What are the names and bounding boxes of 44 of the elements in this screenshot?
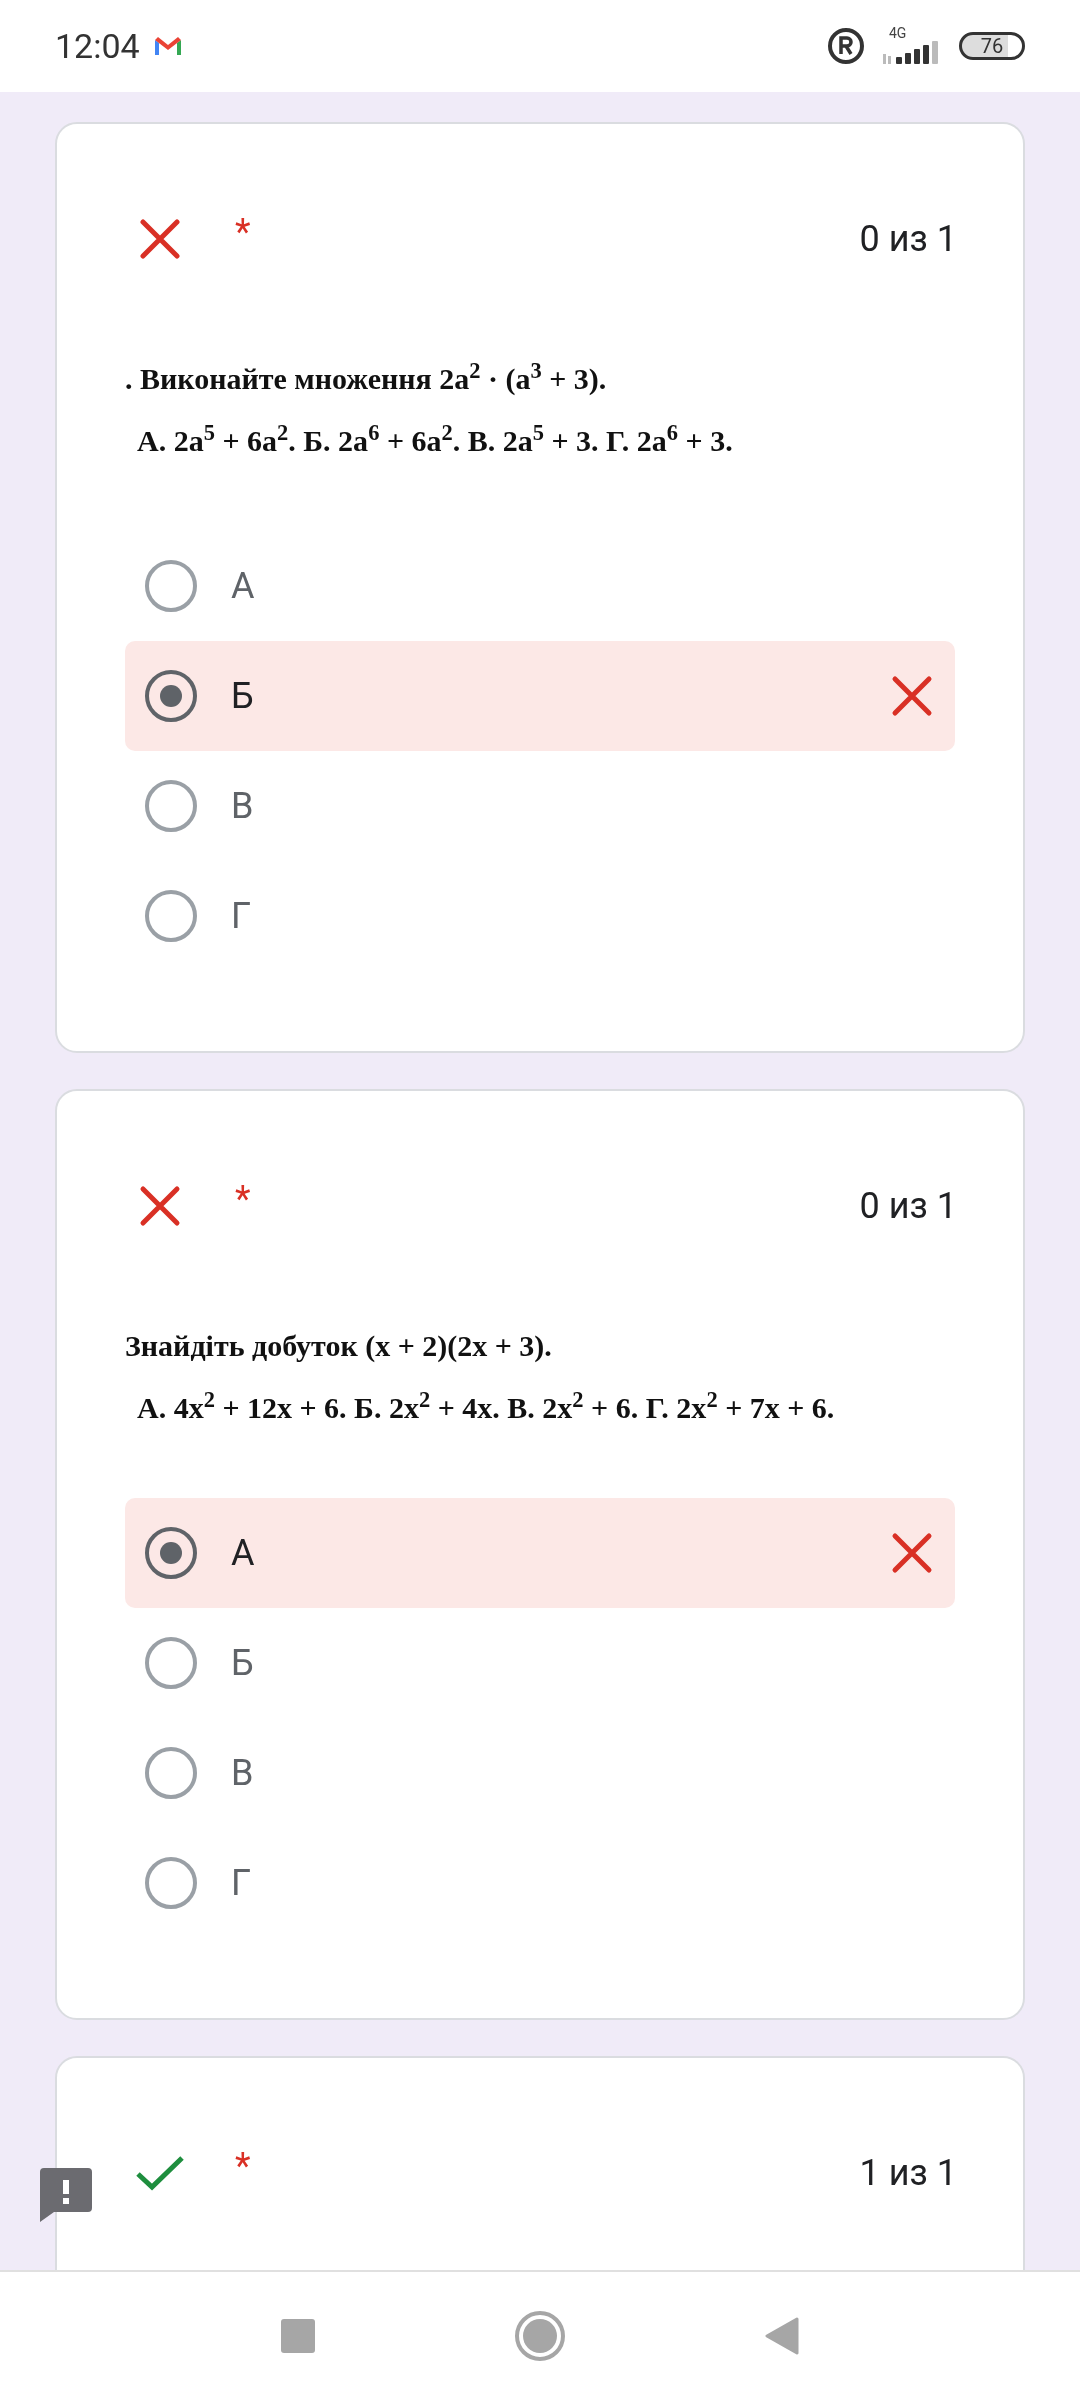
radio-button[interactable] [145, 1637, 197, 1689]
battery-indicator: 76 [959, 32, 1025, 60]
option-label: Г [231, 1861, 252, 1906]
option-label: В [231, 784, 254, 829]
option-label: А [231, 564, 255, 609]
required-asterisk: * [235, 2148, 251, 2184]
radio-button[interactable] [145, 780, 197, 832]
answer-option[interactable]: Б [125, 641, 955, 751]
radio-button[interactable] [145, 560, 197, 612]
score-label: 0 из 1 [859, 1184, 957, 1229]
answer-option[interactable]: В [125, 1718, 955, 1828]
question-text: А. 4x$^{2}$ + 12x + 6. Б. 2x$^{2}$ + 4x. В. 2x$^{2}$ + 6. Г. 2x$^{2}$ + 7x + 6. [137, 1388, 835, 1426]
radio-button[interactable] [145, 1857, 197, 1909]
question-text: А. 2a$^{5}$ + 6a$^{2}$. Б. 2a$^{6}$ + 6a$^{2}$. В. 2a$^{5}$ + 3. Г. 2a$^{6}$ + 3. [137, 421, 733, 459]
radio-button[interactable] [145, 1527, 197, 1579]
back-icon[interactable] [765, 2317, 799, 2355]
score-label: 1 из 1 [859, 2151, 957, 2196]
home-button[interactable] [515, 2311, 565, 2361]
radio-button[interactable] [145, 670, 197, 722]
answer-option[interactable]: Г [125, 1828, 955, 1938]
option-label: В [231, 1751, 254, 1796]
cross-icon [891, 1532, 933, 1574]
mail-icon [153, 36, 182, 56]
answer-option[interactable]: А [125, 1498, 955, 1608]
required-asterisk: * [235, 1181, 251, 1217]
question-text: Знайдіть добуток (x + 2)(2x + 3). [125, 1328, 552, 1364]
answer-option[interactable]: Б [125, 1608, 955, 1718]
radio-button[interactable] [145, 890, 197, 942]
question-text: . Виконайте множення 2a$^{2}$ · (a$^{3}$ + 3). [125, 359, 607, 397]
option-label: Б [231, 674, 254, 719]
answer-option[interactable]: Г [125, 861, 955, 971]
network-type: 4G [889, 26, 907, 40]
required-asterisk: * [235, 214, 251, 250]
status-time: 12:04 [55, 24, 140, 68]
cross-icon [891, 675, 933, 717]
registered-icon [827, 27, 865, 65]
option-label: Г [231, 894, 252, 939]
option-label: А [231, 1531, 255, 1576]
feedback-icon[interactable] [38, 2166, 94, 2222]
answer-option[interactable]: А [125, 531, 955, 641]
answer-option[interactable]: В [125, 751, 955, 861]
option-label: Б [231, 1641, 254, 1686]
score-label: 0 из 1 [859, 217, 957, 262]
radio-button[interactable] [145, 1747, 197, 1799]
